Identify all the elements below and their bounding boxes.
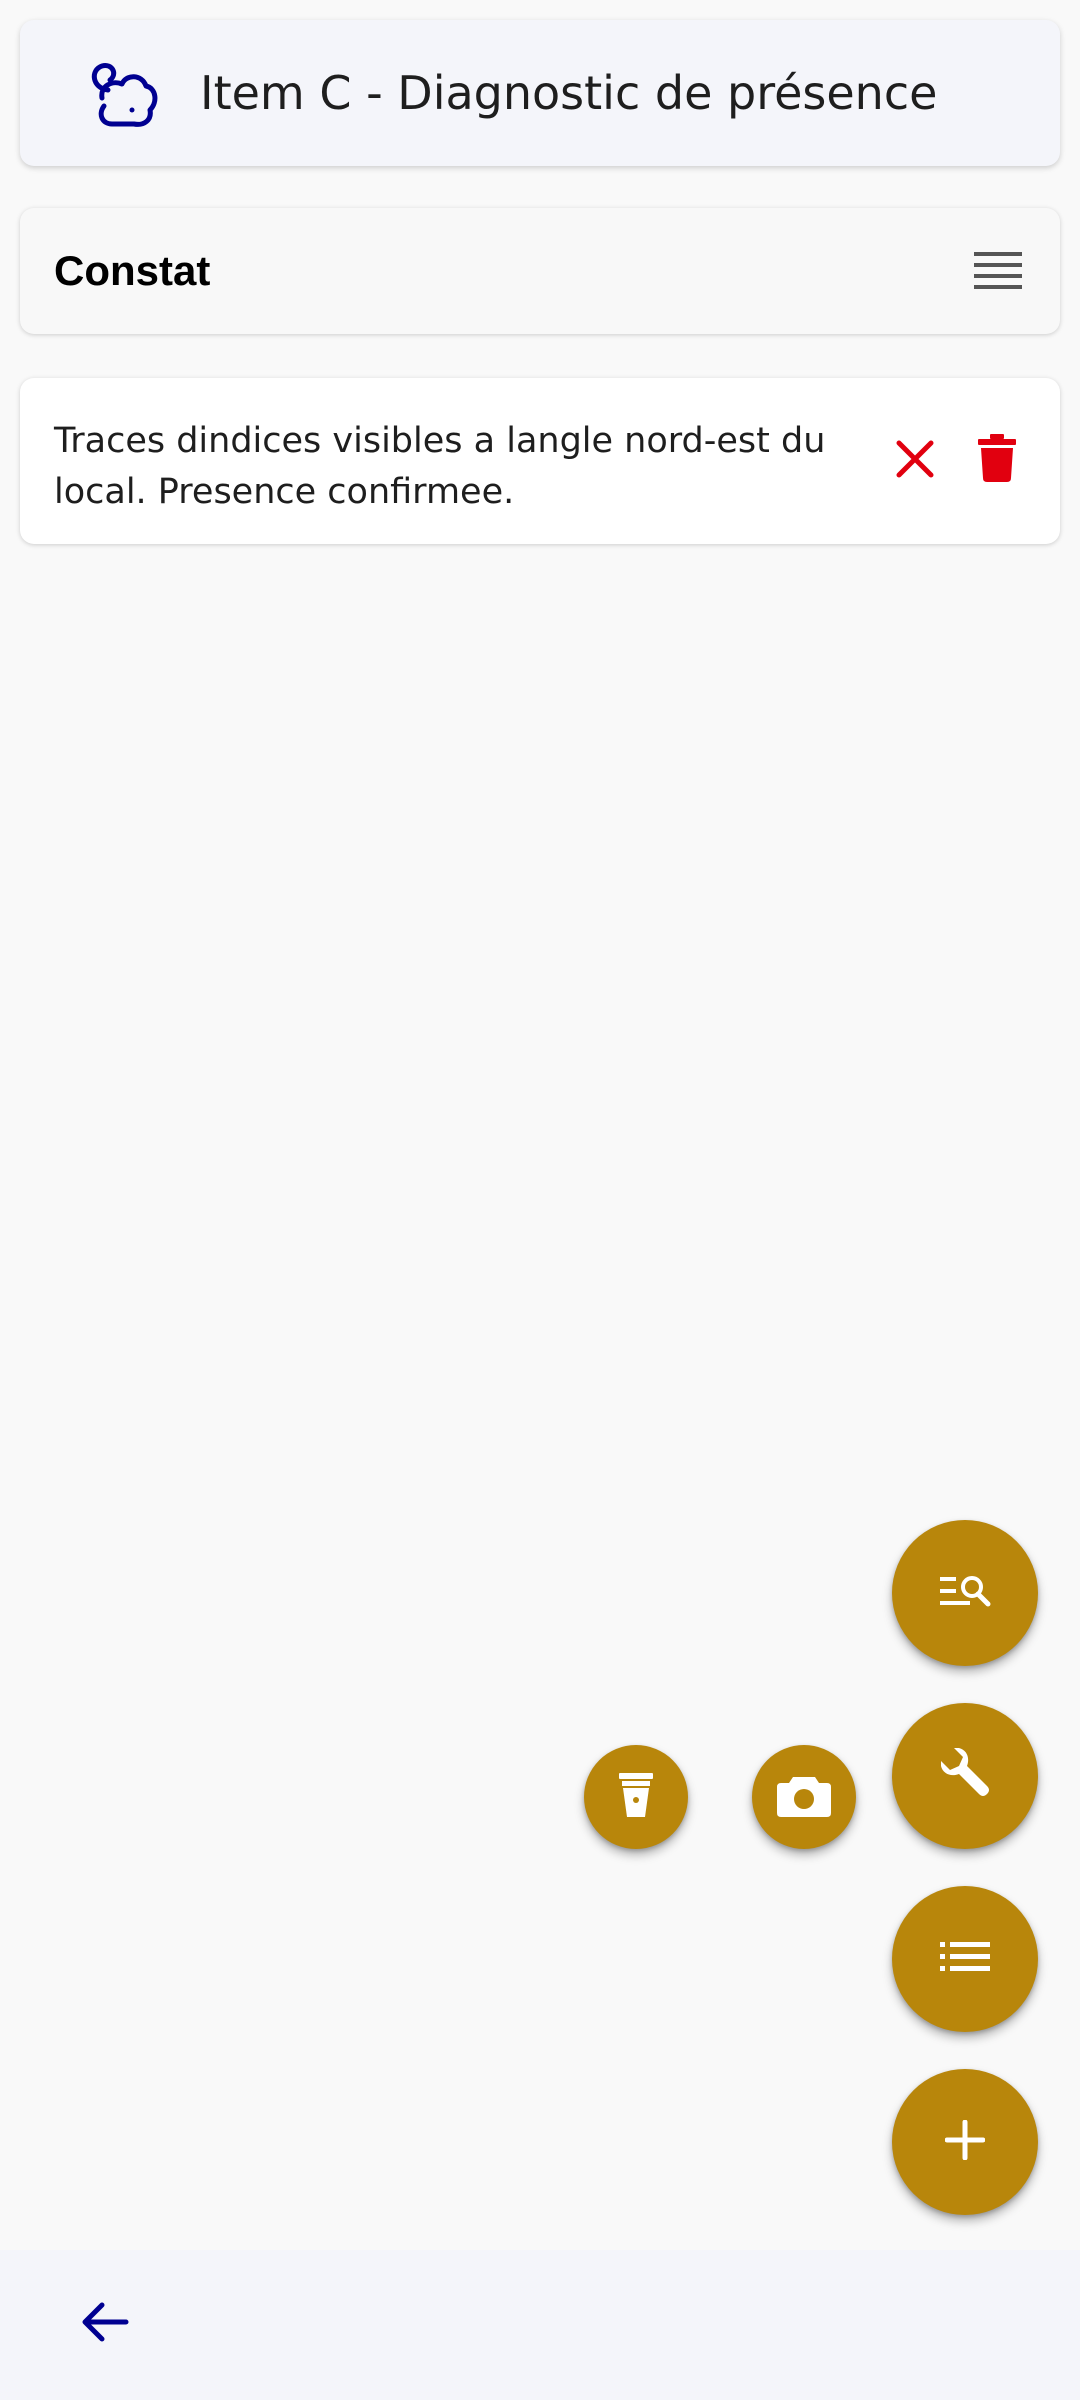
close-button[interactable] (886, 432, 944, 490)
observation-text: Traces dindices visibles a langle nord-e… (54, 421, 826, 512)
tools-fab[interactable] (892, 1703, 1038, 1849)
menu-lines-icon[interactable] (974, 252, 1022, 290)
back-button[interactable] (72, 2290, 140, 2358)
close-icon (895, 439, 935, 483)
trap-fab[interactable] (584, 1745, 688, 1849)
trap-icon (619, 1773, 653, 1821)
section-card: Constat (20, 208, 1060, 334)
wrench-icon (937, 1746, 993, 1806)
observation-card: Traces dindices visibles a langle nord-e… (20, 378, 1060, 544)
search-list-fab[interactable] (892, 1520, 1038, 1666)
trash-icon (978, 434, 1016, 486)
list-fab[interactable] (892, 1886, 1038, 2032)
section-title: Constat (54, 247, 211, 294)
add-fab[interactable] (892, 2069, 1038, 2215)
camera-icon (777, 1773, 831, 1821)
plus-icon (944, 2119, 986, 2164)
arrow-left-icon (82, 2301, 130, 2347)
rodent-icon (86, 60, 160, 130)
bottom-bar (0, 2250, 1080, 2400)
search-list-icon (938, 1571, 992, 1615)
page-title: Item C - Diagnostic de présence (200, 66, 938, 120)
list-icon (940, 1942, 990, 1976)
delete-button[interactable] (968, 428, 1026, 492)
camera-fab[interactable] (752, 1745, 856, 1849)
header-card: Item C - Diagnostic de présence (20, 20, 1060, 166)
